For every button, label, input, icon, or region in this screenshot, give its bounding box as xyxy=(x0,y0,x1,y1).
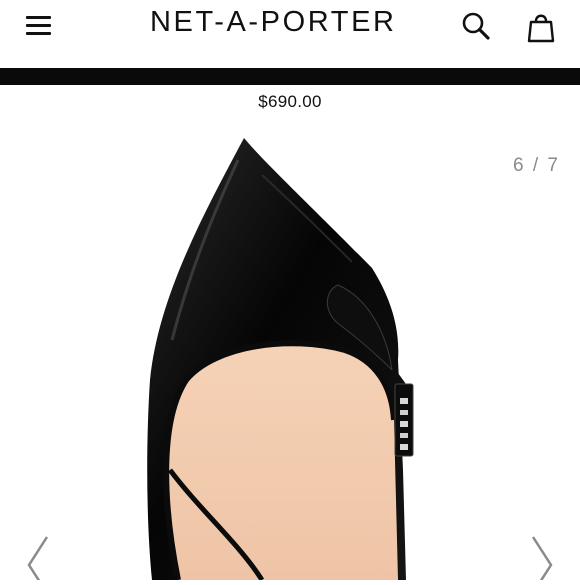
site-logo[interactable]: NET-A-PORTER xyxy=(150,6,430,39)
search-icon[interactable] xyxy=(460,10,492,42)
image-counter: 6 / 7 xyxy=(513,155,560,176)
header-divider xyxy=(0,68,580,85)
chevron-right-icon[interactable] xyxy=(527,535,557,585)
shopping-bag-icon[interactable] xyxy=(525,10,557,44)
site-header: NET-A-PORTER xyxy=(0,0,580,68)
hamburger-menu-icon[interactable] xyxy=(24,13,54,39)
product-price: $690.00 xyxy=(258,92,322,111)
chevron-left-icon[interactable] xyxy=(23,535,53,585)
product-image[interactable] xyxy=(0,110,580,582)
